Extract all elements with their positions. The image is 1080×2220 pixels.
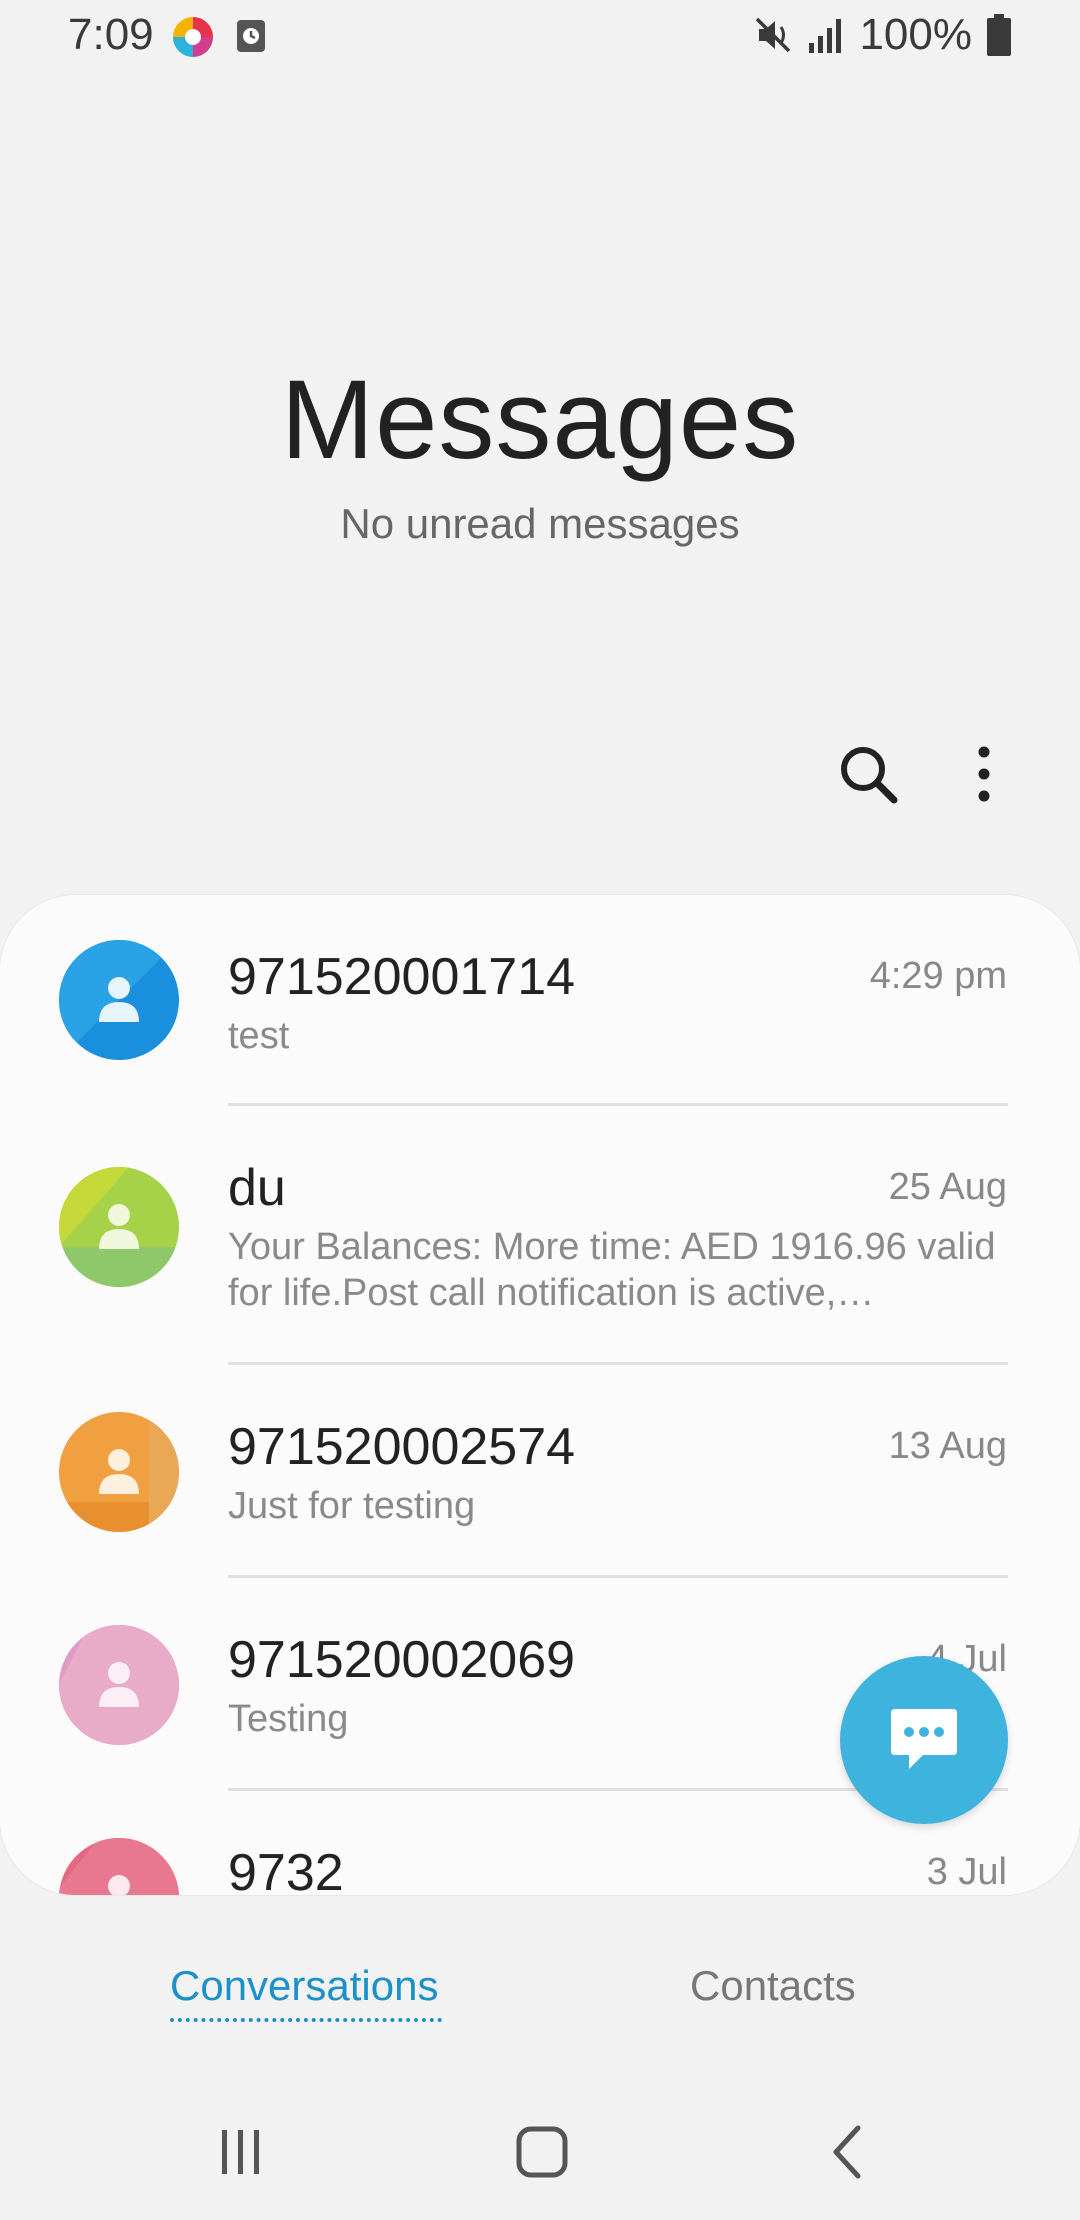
conversation-row[interactable]: 971520002574 13 Aug Just for testing [0, 1365, 1080, 1578]
messages-screen: 7:09 100% Messages No unread messages 97… [0, 0, 1080, 2220]
status-right-group: 100% [753, 10, 1012, 60]
page-title: Messages [280, 357, 800, 482]
contact-name: 971520002574 [228, 1418, 576, 1476]
message-time: 4:29 pm [869, 955, 1007, 997]
conversation-row[interactable]: du 25 Aug Your Balances: More time: AED … [0, 1106, 1080, 1365]
status-bar: 7:09 100% [0, 0, 1080, 72]
home-icon[interactable] [510, 2120, 574, 2184]
message-preview: Just for testing [228, 1485, 476, 1527]
tab-active-indicator [170, 2018, 442, 2022]
battery-percentage: 100% [859, 10, 972, 59]
tab-conversations[interactable]: Conversations [170, 1962, 438, 2010]
avatar [59, 1167, 179, 1287]
more-options-icon[interactable] [958, 740, 1010, 808]
message-preview: test [228, 1015, 290, 1057]
contact-name: 971520001714 [228, 948, 576, 1006]
compose-message-button[interactable] [840, 1656, 1008, 1824]
avatar [59, 1625, 179, 1745]
avatar [59, 1838, 179, 1895]
mute-icon [756, 17, 791, 53]
tab-contacts[interactable]: Contacts [690, 1962, 856, 2010]
message-preview: Your Balances: More time: AED 1916.96 va… [228, 1226, 996, 1314]
contact-name: 9732 [228, 1844, 344, 1895]
page-subtitle: No unread messages [340, 500, 740, 547]
avatar [59, 1412, 179, 1532]
recent-apps-icon[interactable] [208, 2120, 272, 2184]
message-time: 25 Aug [888, 1166, 1007, 1208]
status-time: 7:09 [68, 10, 154, 59]
compose-message-icon [891, 1709, 957, 1769]
contact-name: du [228, 1159, 286, 1217]
message-time: 3 Jul [926, 1851, 1007, 1893]
search-icon[interactable] [834, 740, 902, 808]
contact-name: 971520002069 [228, 1631, 576, 1689]
battery-icon [987, 14, 1011, 56]
message-time: 13 Aug [888, 1425, 1007, 1467]
conversation-row[interactable]: 971520001714 4:29 pm test [0, 895, 1080, 1106]
signal-icon [809, 19, 842, 53]
clock-notification-icon [237, 20, 265, 52]
app-notification-icon [173, 17, 213, 57]
back-icon[interactable] [816, 2120, 880, 2184]
avatar [59, 940, 179, 1060]
